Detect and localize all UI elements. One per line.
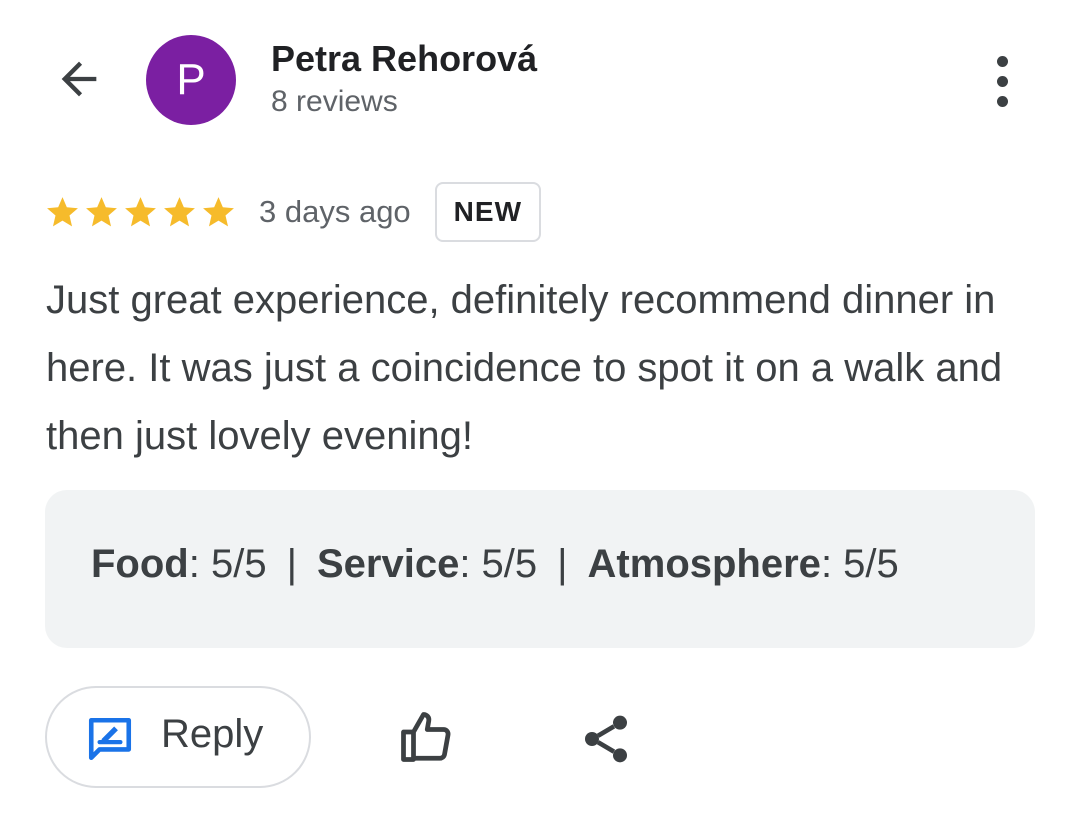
star-icon [125, 196, 156, 226]
rating-value: : 5/5 [188, 542, 267, 586]
reviewer-name[interactable]: Petra Rehorová [271, 38, 537, 80]
rating-value: : 5/5 [820, 542, 899, 586]
new-badge: NEW [434, 182, 541, 242]
arrow-back-icon [61, 61, 97, 97]
star-icon [47, 196, 78, 226]
reply-label: Reply [161, 712, 264, 756]
star-rating [44, 194, 237, 231]
review-header: P Petra Rehorová 8 reviews [0, 0, 1080, 160]
review-meta: 3 days ago NEW [44, 182, 541, 242]
rating-value: : 5/5 [459, 542, 538, 586]
thumb-up-icon [401, 712, 451, 762]
sub-ratings-line: Food: 5/5 | Service: 5/5 | Atmosphere: 5/5 [91, 542, 899, 587]
review-time: 3 days ago [259, 194, 411, 229]
back-button[interactable] [50, 50, 108, 108]
review-text: Just great experience, definitely recomm… [46, 278, 1003, 458]
star-icon [86, 196, 117, 226]
rating-category-food: Food [91, 542, 189, 586]
share-icon [585, 715, 627, 763]
sub-ratings-panel: Food: 5/5 | Service: 5/5 | Atmosphere: 5/5 [45, 490, 1035, 648]
rating-category-atmosphere: Atmosphere [587, 542, 821, 586]
avatar[interactable]: P [146, 35, 236, 125]
star-icon [164, 196, 195, 226]
more-vert-icon [996, 55, 1008, 67]
rating-category-service: Service [316, 542, 460, 586]
reply-icon [88, 717, 132, 761]
reply-button[interactable]: Reply [45, 686, 311, 788]
rating-separator: | [557, 542, 568, 586]
rating-separator: | [286, 542, 297, 586]
like-button[interactable] [396, 705, 456, 769]
review-count: 8 reviews [271, 85, 398, 118]
avatar-letter: P [176, 55, 206, 104]
more-options-button[interactable] [980, 52, 1024, 110]
share-button[interactable] [578, 709, 634, 769]
star-icon [203, 196, 234, 226]
